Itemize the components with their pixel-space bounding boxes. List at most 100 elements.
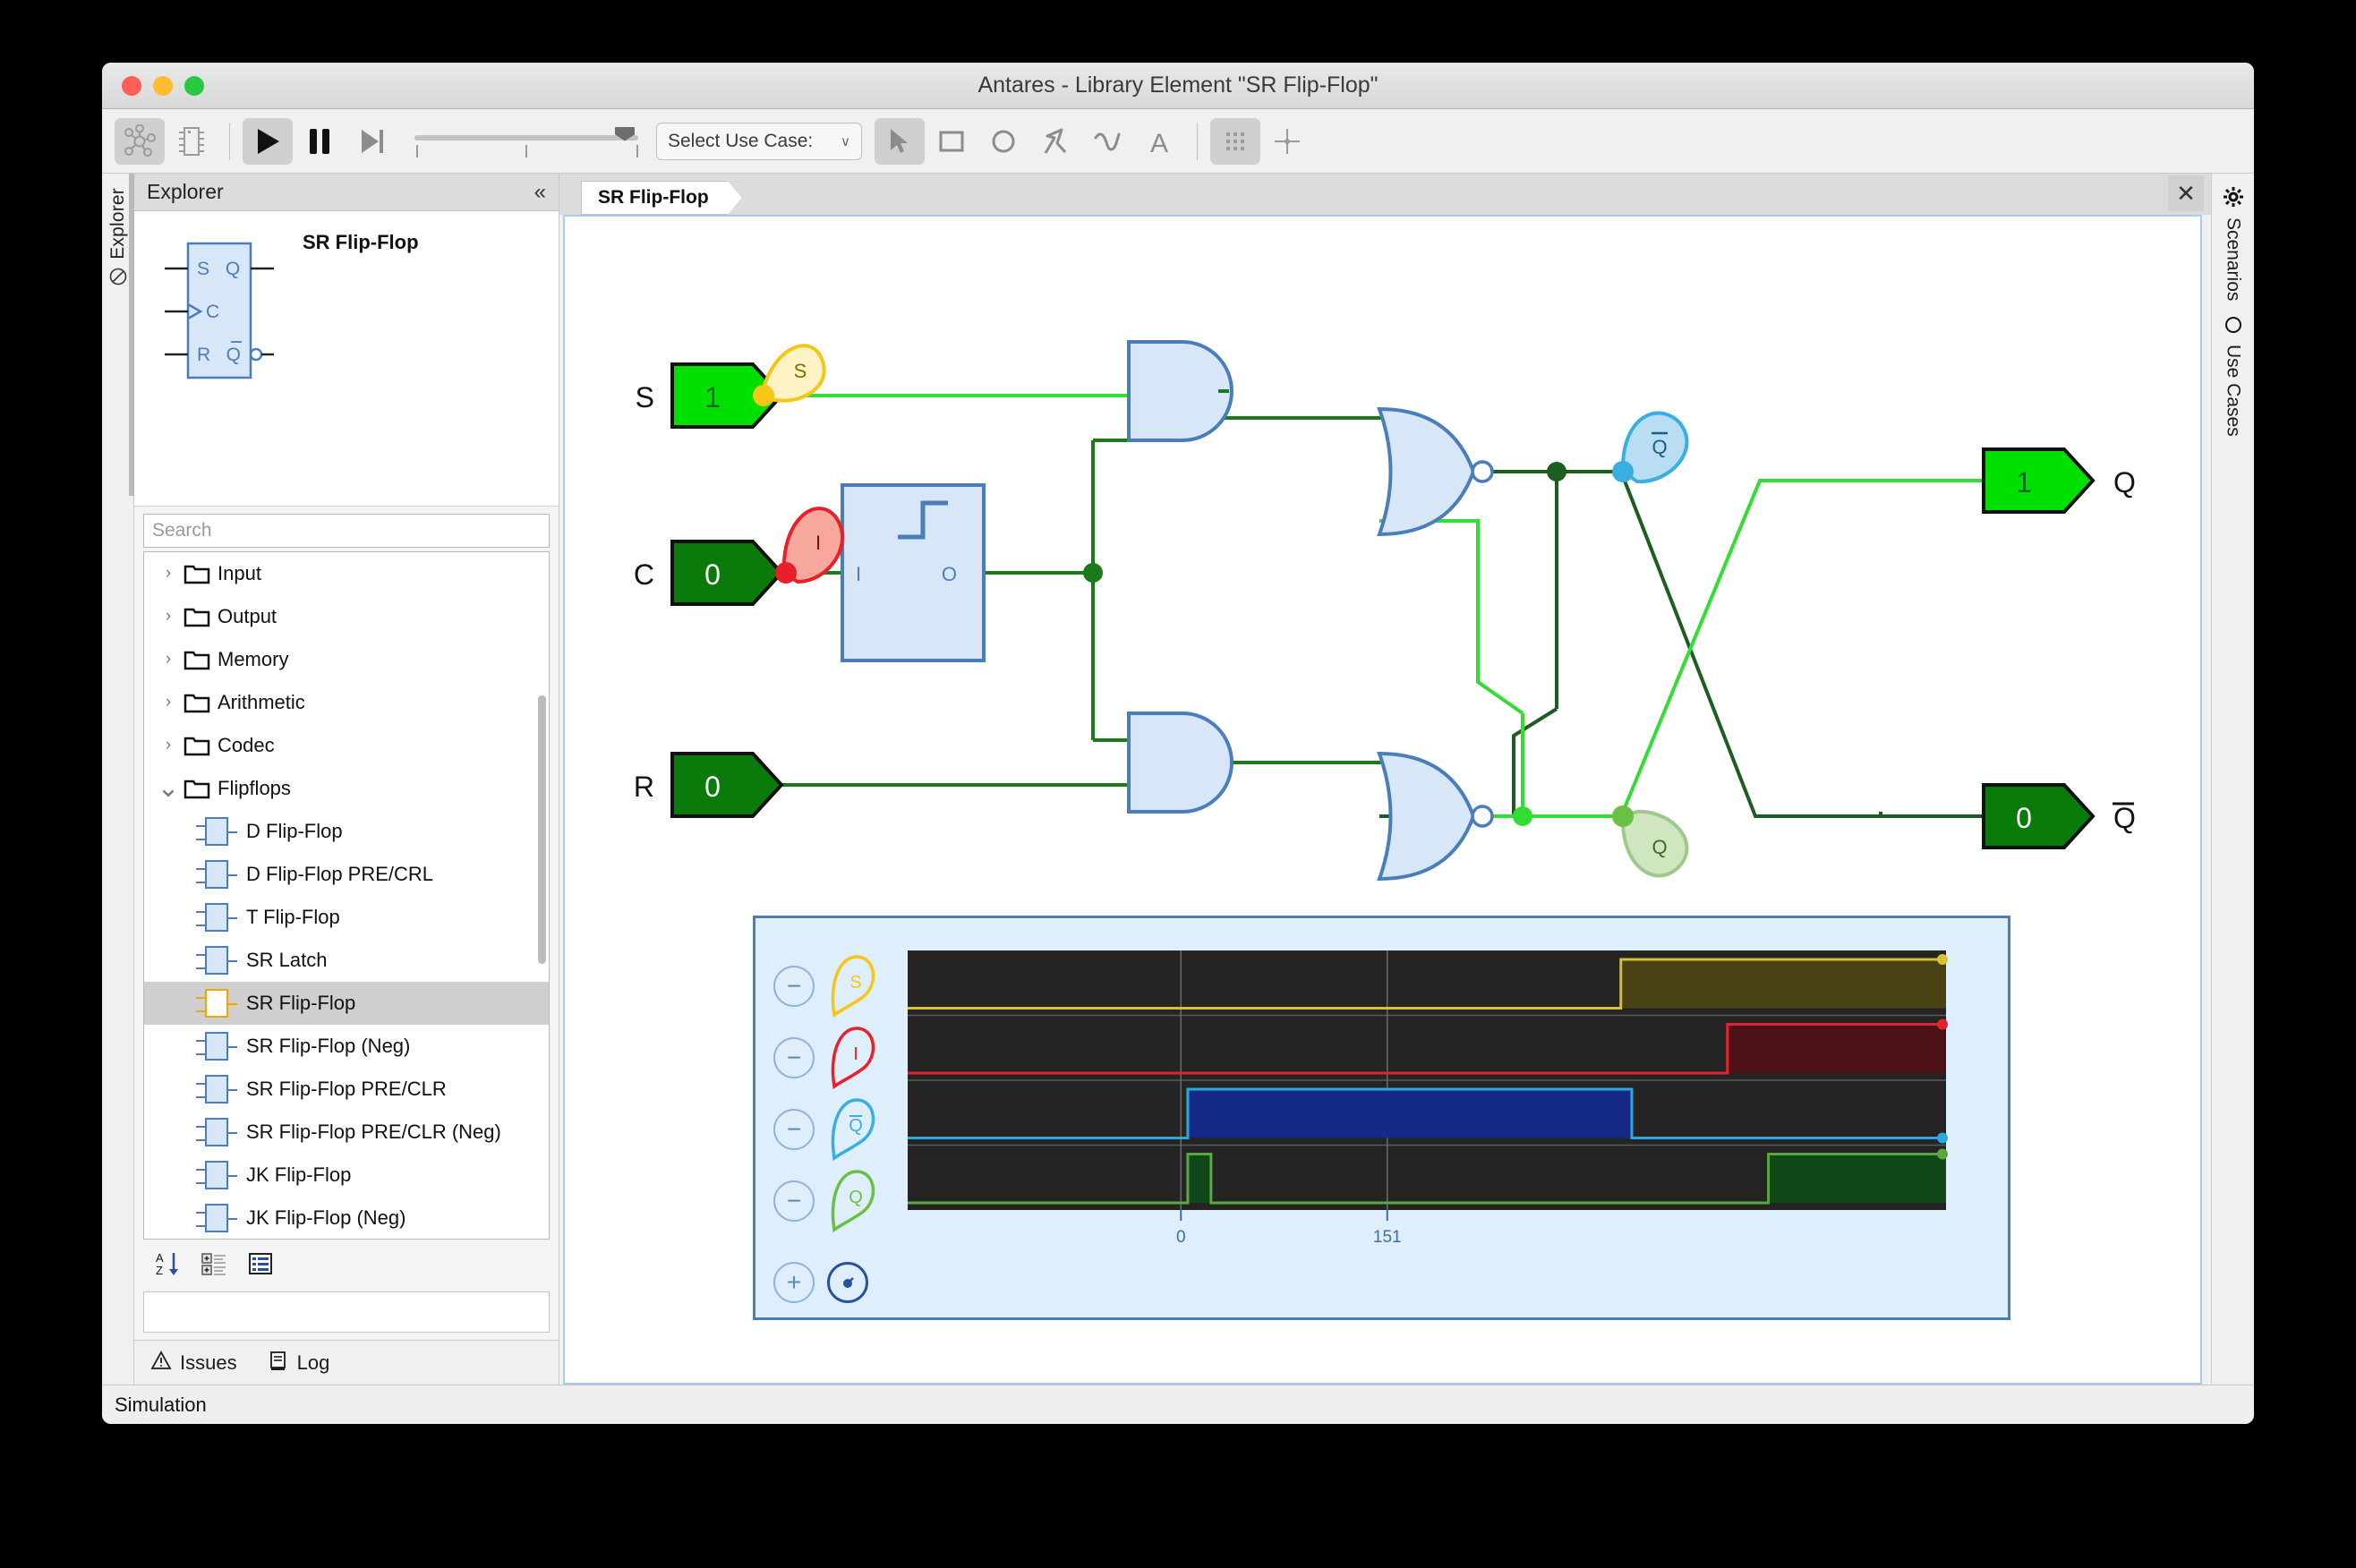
svg-text:R: R — [634, 771, 654, 803]
element-tree[interactable]: › Input › Output › Memory › Arithmetic › Codec ⌄ Fl… — [143, 551, 550, 1240]
pause-icon[interactable] — [294, 118, 345, 165]
svg-text:Q: Q — [2113, 466, 2136, 499]
sort-az-icon[interactable]: A Z — [154, 1250, 181, 1282]
circuit-canvas[interactable]: I O 1 S 0 C 0 R 1 Q 0 Q S I Q Q − S − I … — [563, 215, 2202, 1385]
tree-row[interactable]: D Flip-Flop PRE/CRL — [144, 853, 549, 896]
tree-scrollbar[interactable] — [538, 695, 546, 964]
rectangle-icon[interactable] — [926, 118, 977, 165]
tab-issues[interactable]: Issues — [150, 1350, 237, 1376]
element-name-field[interactable] — [143, 1291, 550, 1333]
chevron-right-icon[interactable]: › — [153, 607, 184, 626]
use-case-select[interactable]: Select Use Case: ∨ — [656, 122, 862, 160]
chevron-right-icon[interactable]: › — [153, 693, 184, 712]
chip-icon[interactable] — [166, 118, 217, 165]
svg-text:Q: Q — [226, 345, 241, 365]
add-signal-button[interactable]: + — [773, 1262, 815, 1303]
tree-row-label: SR Flip-Flop PRE/CLR (Neg) — [246, 1121, 501, 1143]
slider-tick-2 — [636, 144, 638, 158]
tree-row[interactable]: JK Flip-Flop (Neg) — [144, 1197, 549, 1239]
output-pin-Q: 1 Q — [1982, 447, 2136, 514]
waveform-endpoint-marker — [1937, 1132, 1948, 1144]
probe-Q: Q — [1612, 805, 1689, 878]
tab-log[interactable]: Log — [268, 1350, 329, 1376]
tree-row[interactable]: JK Flip-Flop — [144, 1154, 549, 1197]
slider-tick-0 — [416, 144, 418, 158]
folder-icon — [184, 691, 218, 714]
folder-icon — [184, 605, 218, 628]
svg-text:S: S — [794, 360, 807, 382]
cursor-icon[interactable] — [875, 117, 925, 165]
svg-text:A: A — [1150, 129, 1168, 156]
clock-icon[interactable] — [827, 1262, 868, 1303]
tree-row[interactable]: › Output — [144, 595, 549, 638]
tree-row-label: Codec — [218, 734, 275, 756]
remove-signal-button[interactable]: − — [773, 1037, 815, 1078]
chevron-down-icon[interactable]: ⌄ — [153, 775, 184, 802]
waveform-plot[interactable]: 0 151 — [908, 950, 1991, 1255]
grid-icon[interactable] — [1210, 117, 1260, 165]
tree-row[interactable]: T Flip-Flop — [144, 896, 549, 939]
tree-row[interactable]: SR Latch — [144, 939, 549, 982]
svg-text:0: 0 — [704, 771, 721, 803]
tree-row[interactable]: › Input — [144, 552, 549, 595]
tree-row[interactable]: D Flip-Flop — [144, 810, 549, 853]
window-title: Antares - Library Element "SR Flip-Flop" — [977, 72, 1379, 98]
rail-tab-explorer[interactable]: Explorer — [107, 188, 129, 260]
waveform-signal-list: − S − I − Q − Q — [773, 950, 884, 1237]
close-icon[interactable]: ✕ — [2168, 175, 2204, 211]
title-bar: Antares - Library Element "SR Flip-Flop" — [102, 63, 2254, 109]
step-forward-icon[interactable] — [346, 118, 397, 165]
ellipse-icon[interactable] — [978, 118, 1029, 165]
network-icon[interactable] — [115, 117, 165, 165]
element-chip-icon — [196, 1118, 237, 1146]
chevron-right-icon[interactable]: › — [153, 564, 184, 584]
waveform-panel[interactable]: − S − I − Q − Q 0 151 + — [753, 916, 2010, 1320]
expand-tree-icon[interactable] — [201, 1250, 227, 1282]
tree-row-label: Input — [218, 562, 261, 584]
tree-row[interactable]: SR Flip-Flop PRE/CLR (Neg) — [144, 1111, 549, 1154]
rail-tab-scenarios[interactable]: Scenarios — [2223, 186, 2244, 301]
list-icon[interactable] — [247, 1250, 274, 1282]
tree-row[interactable]: SR Flip-Flop — [144, 982, 549, 1025]
search-input[interactable] — [143, 514, 550, 548]
text-icon[interactable]: A — [1134, 118, 1184, 165]
slider-tick-1 — [525, 144, 527, 158]
chevron-right-icon[interactable]: › — [153, 650, 184, 669]
svg-text:R: R — [197, 345, 210, 365]
waveform-signal-row: − I — [773, 1022, 884, 1094]
polyline-icon[interactable] — [1030, 118, 1080, 165]
svg-text:Q: Q — [1652, 436, 1667, 458]
collapse-panel-icon[interactable]: « — [534, 180, 546, 205]
folder-icon — [184, 734, 218, 757]
folder-icon — [184, 777, 218, 800]
remove-signal-button[interactable]: − — [773, 1109, 815, 1150]
play-icon[interactable] — [243, 117, 293, 165]
output-pin-Qbar: 0 Q — [1982, 783, 2136, 849]
waveform-endpoint-marker — [1937, 954, 1948, 965]
tree-row[interactable]: SR Flip-Flop (Neg) — [144, 1025, 549, 1068]
curve-icon[interactable] — [1082, 118, 1132, 165]
tree-row-label: D Flip-Flop PRE/CRL — [246, 863, 434, 885]
svg-text:1: 1 — [2016, 466, 2032, 499]
explorer-panel: Explorer « S C R Q Q SR Flip-Flop Search… — [134, 174, 559, 1385]
tab-sr-flip-flop[interactable]: SR Flip-Flop — [581, 181, 742, 215]
crosshair-icon[interactable] — [1262, 118, 1312, 165]
tab-issues-label: Issues — [180, 1351, 237, 1374]
tree-row[interactable]: › Memory — [144, 638, 549, 681]
svg-text:Q: Q — [849, 1116, 863, 1136]
remove-signal-button[interactable]: − — [773, 966, 815, 1007]
tree-row-label: Arithmetic — [218, 691, 305, 713]
chevron-right-icon[interactable]: › — [153, 736, 184, 755]
remove-signal-button[interactable]: − — [773, 1180, 815, 1222]
tree-row[interactable]: › Codec — [144, 724, 549, 767]
tab-label: SR Flip-Flop — [598, 187, 709, 208]
explorer-header: Explorer « — [134, 174, 559, 211]
svg-text:1: 1 — [704, 381, 721, 413]
probe-Qbar: Q — [1612, 411, 1689, 484]
tree-row[interactable]: › Arithmetic — [144, 681, 549, 724]
tree-row-label: Output — [218, 605, 277, 627]
tree-row[interactable]: SR Flip-Flop PRE/CLR — [144, 1068, 549, 1111]
tree-row[interactable]: ⌄ Flipflops — [144, 767, 549, 810]
rail-tab-use-cases[interactable]: Use Cases — [2223, 315, 2244, 437]
speed-slider[interactable] — [414, 118, 638, 165]
